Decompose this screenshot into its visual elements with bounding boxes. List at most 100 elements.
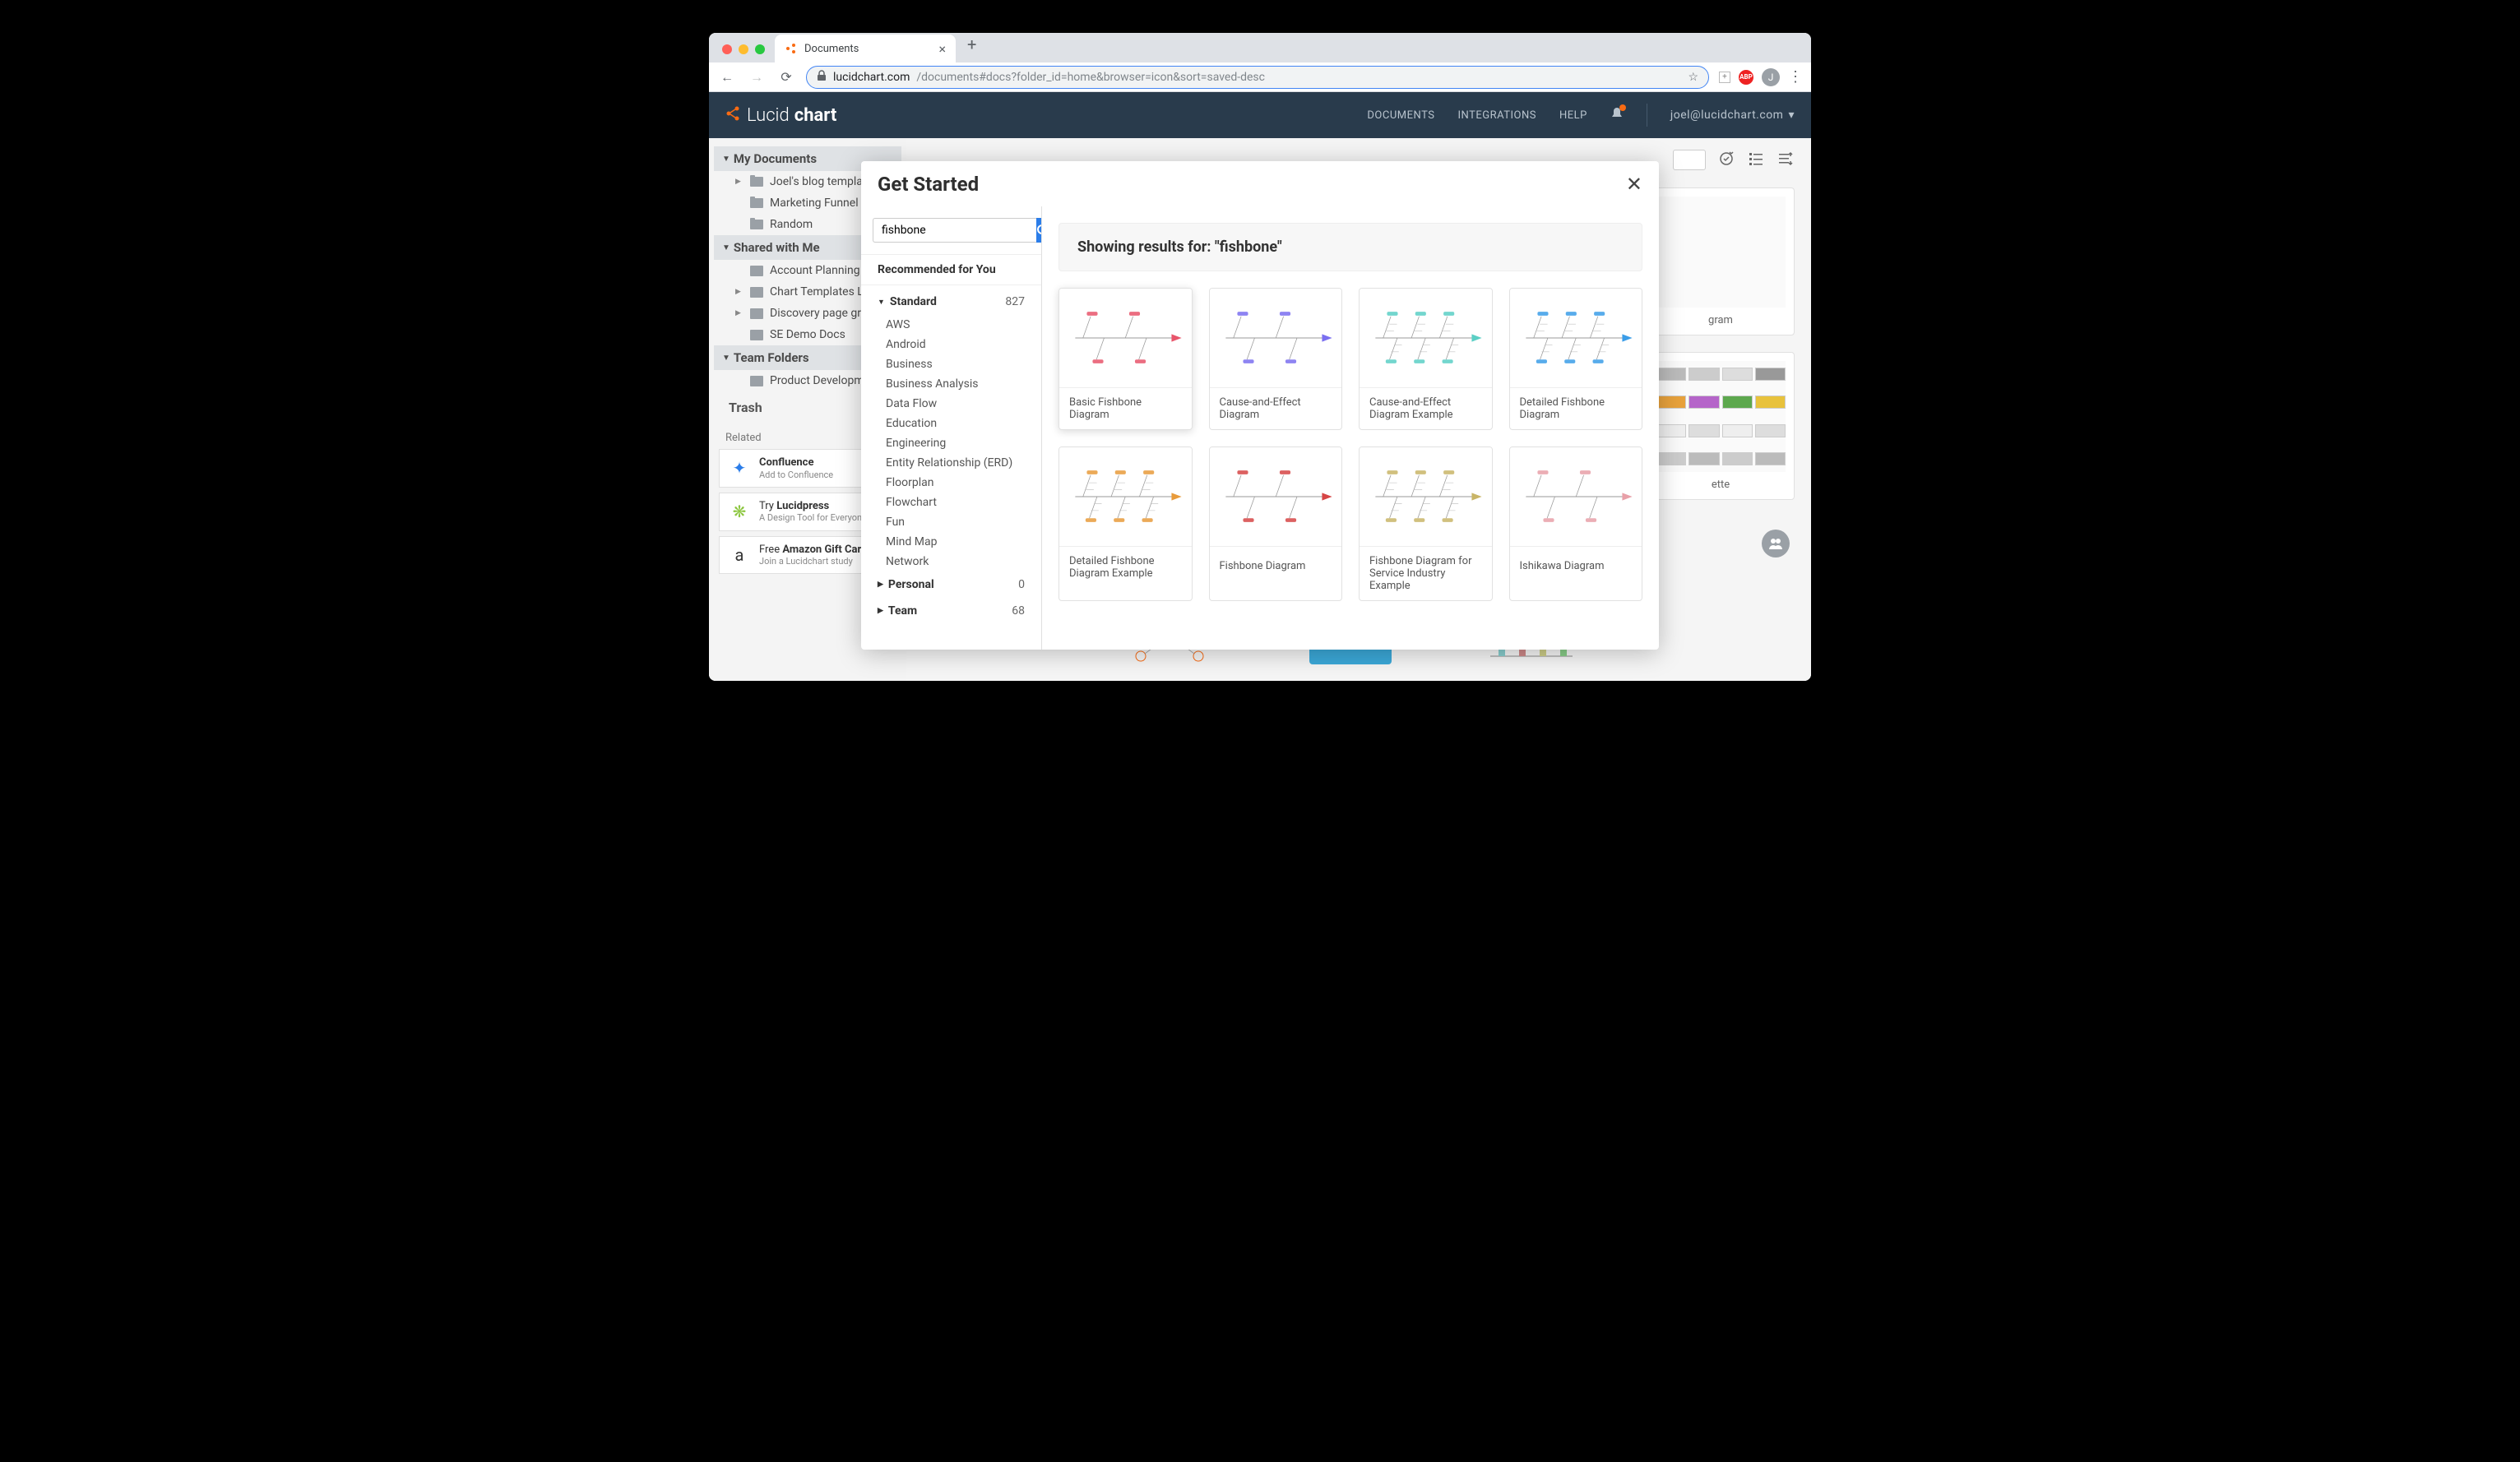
nav-help[interactable]: HELP	[1559, 109, 1587, 122]
category-item[interactable]: Android	[861, 335, 1041, 354]
template-label: Cause-and-Effect Diagram	[1210, 387, 1342, 429]
address-bar[interactable]: lucidchart.com/documents#docs?folder_id=…	[806, 66, 1709, 89]
template-card[interactable]: Detailed Fishbone Diagram Example	[1058, 446, 1193, 601]
url-host: lucidchart.com	[833, 71, 910, 84]
browser-tab-bar: Documents × +	[709, 33, 1811, 62]
profile-avatar[interactable]: J	[1762, 68, 1780, 86]
lock-icon	[817, 70, 827, 85]
category-list: ▼Standard827AWSAndroidBusinessBusiness A…	[861, 285, 1041, 650]
category-item[interactable]: Floorplan	[861, 473, 1041, 493]
user-menu[interactable]: joel@lucidchart.com ▾	[1670, 109, 1795, 122]
get-started-modal: Get Started ✕ Recommended for You ▼Stand…	[861, 161, 1659, 650]
view-toolbar	[1673, 150, 1795, 170]
app-body: ▼My Documents▶Joel's blog templatMarketi…	[709, 138, 1811, 681]
modal-sidebar: Recommended for You ▼Standard827AWSAndro…	[861, 206, 1042, 650]
category-group[interactable]: ▼Standard827	[861, 289, 1041, 315]
close-icon[interactable]: ✕	[1626, 173, 1642, 196]
category-group[interactable]: ▶ Team 68	[861, 598, 1041, 624]
category-item[interactable]: Education	[861, 414, 1041, 433]
reload-button[interactable]: ⟳	[776, 67, 796, 87]
nav-integrations[interactable]: INTEGRATIONS	[1457, 109, 1536, 122]
notification-dot	[1619, 104, 1626, 111]
forward-button[interactable]: →	[747, 67, 767, 87]
category-item[interactable]: Fun	[861, 512, 1041, 532]
search-input[interactable]	[873, 218, 1036, 243]
browser-tab[interactable]: Documents ×	[775, 35, 956, 62]
chevron-icon: ▶	[878, 581, 883, 589]
category-item[interactable]: Business Analysis	[861, 374, 1041, 394]
category-item[interactable]: Entity Relationship (ERD)	[861, 453, 1041, 473]
minimize-window-button[interactable]	[739, 44, 748, 54]
filter-input[interactable]	[1673, 150, 1706, 170]
category-count: 68	[1012, 604, 1025, 618]
category-group-label: Standard	[890, 295, 937, 308]
header-nav: DOCUMENTS INTEGRATIONS HELP joel@lucidch…	[1367, 104, 1795, 127]
lucidchart-logo[interactable]: Lucidchart	[725, 105, 836, 126]
section-title: My Documents	[734, 151, 817, 166]
notifications-bell-icon[interactable]	[1610, 106, 1624, 124]
template-preview	[1510, 447, 1642, 546]
list-view-icon[interactable]	[1747, 150, 1765, 168]
chevron-icon: ▶	[878, 607, 883, 615]
modal-body: Recommended for You ▼Standard827AWSAndro…	[861, 206, 1659, 650]
category-item[interactable]: Network	[861, 552, 1041, 571]
nav-documents[interactable]: DOCUMENTS	[1367, 109, 1434, 122]
logo-text-bold: chart	[794, 105, 837, 126]
category-count: 827	[1005, 295, 1025, 308]
template-card[interactable]: Ishikawa Diagram	[1509, 446, 1643, 601]
results-banner: Showing results for: "fishbone"	[1058, 223, 1642, 271]
extension-icons: + ABP J ⋮	[1719, 68, 1803, 86]
template-card[interactable]: Fishbone Diagram for Service Industry Ex…	[1359, 446, 1493, 601]
category-item[interactable]: Data Flow	[861, 394, 1041, 414]
category-item[interactable]: AWS	[861, 315, 1041, 335]
grid-view-icon[interactable]	[1777, 150, 1795, 168]
template-label: Detailed Fishbone Diagram	[1510, 387, 1642, 429]
user-email-text: joel@lucidchart.com	[1670, 109, 1784, 122]
category-item[interactable]: Engineering	[861, 433, 1041, 453]
template-preview	[1210, 289, 1342, 387]
search-row	[861, 206, 1041, 254]
extension-icon[interactable]: +	[1719, 72, 1730, 83]
adblock-icon[interactable]: ABP	[1739, 70, 1753, 85]
template-card[interactable]: Fishbone Diagram	[1209, 446, 1343, 601]
category-group-label: Team	[888, 604, 917, 618]
browser-menu-icon[interactable]: ⋮	[1788, 68, 1803, 86]
template-card[interactable]: Basic Fishbone Diagram	[1058, 288, 1193, 430]
search-button[interactable]	[1036, 218, 1042, 243]
new-tab-button[interactable]: +	[956, 35, 988, 62]
back-button[interactable]: ←	[717, 67, 737, 87]
template-label: Fishbone Diagram	[1210, 546, 1342, 585]
logo-text-light: Lucid	[747, 105, 790, 126]
logo-mark-icon	[725, 105, 742, 126]
category-item[interactable]: Flowchart	[861, 493, 1041, 512]
template-card[interactable]: Detailed Fishbone Diagram	[1509, 288, 1643, 430]
chevron-down-icon: ▾	[1788, 109, 1795, 122]
modal-results: Showing results for: "fishbone" Basic Fi…	[1042, 206, 1659, 650]
sort-icon[interactable]	[1717, 150, 1735, 168]
template-preview	[1360, 447, 1492, 546]
close-tab-icon[interactable]: ×	[938, 41, 946, 57]
template-card[interactable]: Cause-and-Effect Diagram	[1209, 288, 1343, 430]
app-header: Lucidchart DOCUMENTS INTEGRATIONS HELP j…	[709, 92, 1811, 138]
template-label: Cause-and-Effect Diagram Example	[1360, 387, 1492, 429]
close-window-button[interactable]	[722, 44, 732, 54]
template-preview	[1210, 447, 1342, 546]
category-item[interactable]: Business	[861, 354, 1041, 374]
search-icon	[1036, 224, 1042, 237]
modal-overlay: Get Started ✕ Recommended for You ▼Stand…	[709, 184, 1811, 681]
category-item[interactable]: Mind Map	[861, 532, 1041, 552]
modal-header: Get Started ✕	[861, 161, 1659, 206]
template-label: Detailed Fishbone Diagram Example	[1059, 546, 1192, 588]
modal-title: Get Started	[878, 173, 979, 196]
results-text: Showing results for: "fishbone"	[1077, 238, 1282, 256]
template-label: Ishikawa Diagram	[1510, 546, 1642, 585]
recommended-header[interactable]: Recommended for You	[861, 254, 1041, 285]
traffic-lights	[717, 44, 775, 62]
lucidchart-favicon-icon	[785, 42, 798, 55]
maximize-window-button[interactable]	[755, 44, 765, 54]
category-group-label: Personal	[888, 578, 934, 591]
category-group[interactable]: ▶Personal0	[861, 571, 1041, 598]
template-preview	[1360, 289, 1492, 387]
bookmark-star-icon[interactable]: ☆	[1688, 71, 1698, 84]
template-card[interactable]: Cause-and-Effect Diagram Example	[1359, 288, 1493, 430]
